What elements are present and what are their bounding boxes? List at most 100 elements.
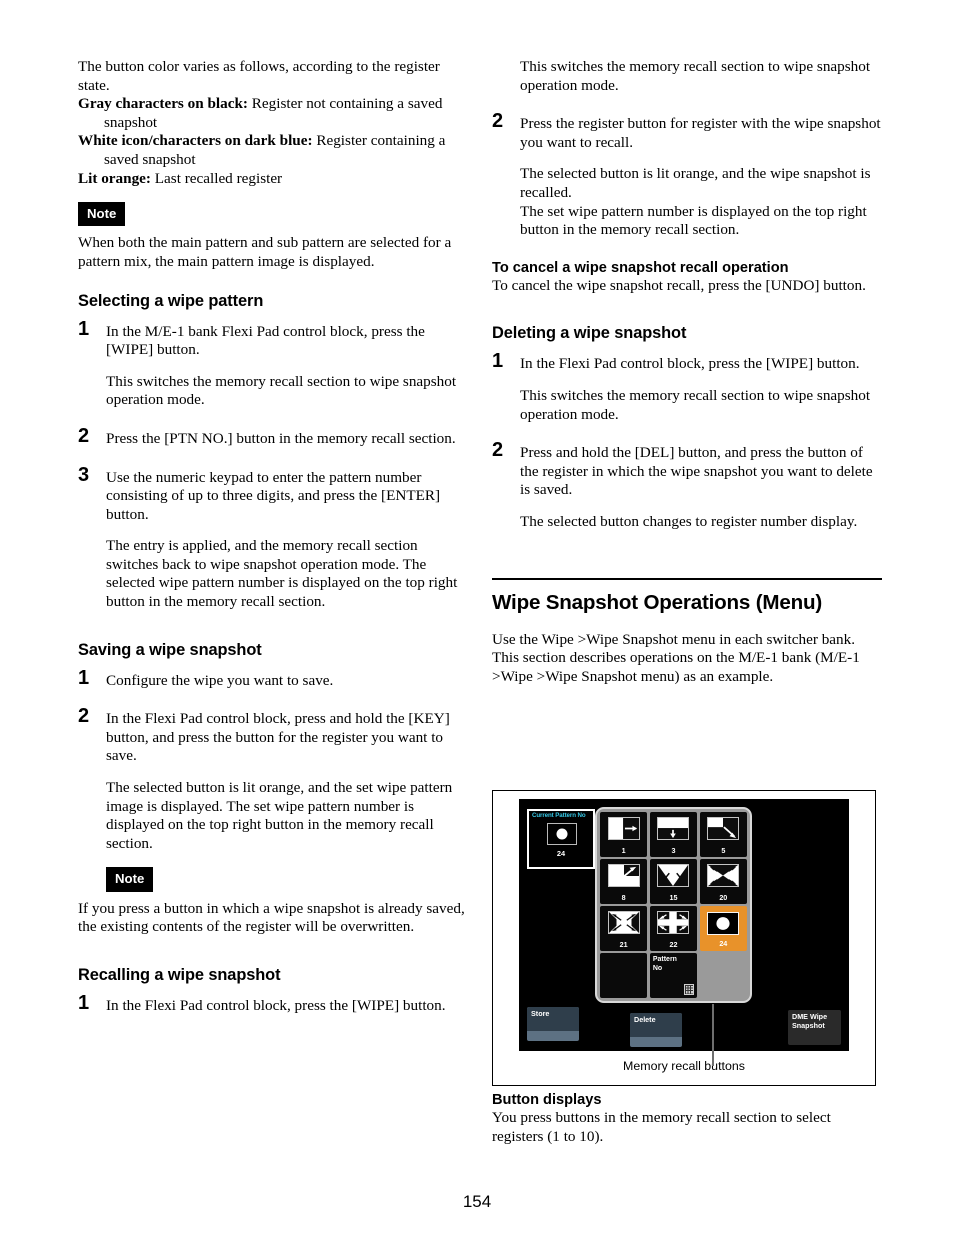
step-number: 2 — [492, 439, 504, 462]
note-text-2: If you press a button in which a wipe sn… — [78, 899, 465, 936]
step-deleting-1: 1 In the Flexi Pad control block, press … — [492, 351, 882, 374]
step-deleting-2-result: The selected button changes to register … — [520, 512, 858, 530]
after-figure-block: Button displays You press buttons in the… — [492, 1092, 882, 1146]
step-number: 2 — [78, 424, 90, 447]
step-recalling-2-result-b: The set wipe pattern number is displayed… — [520, 202, 867, 239]
store-button-label: Store — [531, 1009, 550, 1018]
callout-leader-line — [712, 1004, 714, 1066]
pattern-no-button[interactable]: Pattern No — [649, 953, 698, 998]
step-selecting-1: 1 In the M/E-1 bank Flexi Pad control bl… — [78, 319, 468, 360]
heading-selecting-a-wipe-pattern: Selecting a wipe pattern — [78, 291, 264, 310]
definition-white-on-dark-blue: White icon/characters on dark blue: Regi… — [78, 132, 468, 169]
recall-button-number: 22 — [669, 939, 678, 949]
delete-button[interactable]: Delete — [630, 1013, 682, 1047]
store-button[interactable]: Store — [527, 1007, 579, 1041]
recalling-step1-result: This switches the memory recall section … — [520, 58, 871, 94]
dme-label-line2: Snapshot — [792, 1020, 825, 1030]
step-number: 1 — [78, 317, 90, 340]
recall-button-blank — [699, 953, 747, 998]
delete-button-label: Delete — [634, 1015, 656, 1024]
circle-wipe-icon — [547, 823, 577, 845]
wipe-corner-up-right-icon — [607, 864, 640, 888]
definition-gray-on-black: Gray characters on black: Register not c… — [78, 95, 468, 132]
recall-button-number: 15 — [669, 892, 678, 902]
recall-button-8[interactable]: 8 — [600, 859, 648, 904]
step-selecting-3-result: The entry is applied, and the memory rec… — [106, 537, 458, 611]
step-text: Configure the wipe you want to save. — [106, 671, 334, 689]
pattern-no-label-line2: No — [652, 964, 663, 972]
wipe-cross-expand-icon — [657, 911, 690, 935]
recall-button-number: 1 — [621, 845, 626, 855]
step-number: 1 — [78, 666, 90, 689]
major-section-wipe-snapshot-operations: Wipe Snapshot Operations (Menu) Use the … — [492, 577, 882, 687]
memory-recall-section[interactable]: 1 3 5 8 15 20 21 22 24 Pattern No — [595, 807, 752, 1003]
heading-cancel-recall: To cancel a wipe snapshot recall operati… — [492, 259, 789, 276]
step-recalling-2-result-a: The selected button is lit orange, and t… — [520, 165, 871, 201]
recall-button-24-selected[interactable]: 24 — [699, 906, 747, 951]
recall-button-15[interactable]: 15 — [649, 859, 698, 904]
cancel-recall-text: To cancel the wipe snapshot recall, pres… — [492, 276, 866, 294]
step-text: Press the [PTN NO.] button in the memory… — [106, 429, 456, 447]
recall-button-22[interactable]: 22 — [649, 906, 698, 951]
recall-button-21[interactable]: 21 — [600, 906, 648, 951]
callout-memory-recall-buttons: Memory recall buttons — [623, 1059, 745, 1073]
step-selecting-2: 2 Press the [PTN NO.] button in the memo… — [78, 426, 468, 449]
wipe-box-expand-icon — [607, 911, 640, 935]
wipe-horizontal-right-icon — [607, 817, 640, 840]
step-number: 2 — [492, 110, 504, 133]
note-block-1: Note — [78, 202, 468, 227]
current-pattern-no-value: 24 — [556, 849, 566, 858]
pattern-no-label: Pattern No — [653, 956, 677, 973]
note-block-2: Note — [78, 867, 468, 892]
dme-wipe-snapshot-button-label: DME Wipe Snapshot — [792, 1012, 827, 1030]
wipe-circle-icon — [707, 912, 740, 936]
menu-para-2: This section describes operations on the… — [492, 649, 860, 685]
recall-button-number: 24 — [719, 938, 728, 948]
wipe-corner-diagonal-icon — [707, 817, 740, 840]
recall-button-3[interactable]: 3 — [649, 812, 698, 857]
step-number: 3 — [78, 463, 90, 486]
major-heading: Wipe Snapshot Operations (Menu) — [492, 590, 822, 614]
document-page: The button color varies as follows, acco… — [0, 0, 954, 1244]
step-text: In the Flexi Pad control block, press th… — [106, 996, 446, 1014]
step-selecting-1-result: This switches the memory recall section … — [106, 372, 457, 409]
figure-wipe-snapshot-menu: Current Pattern No 24 1 3 5 8 15 20 21 2… — [492, 790, 876, 1086]
recall-button-number: 20 — [719, 892, 728, 902]
definition-term: White icon/characters on dark blue: — [78, 132, 313, 150]
recall-button-empty[interactable] — [600, 953, 648, 998]
step-number: 1 — [492, 350, 504, 373]
wipe-v-split-icon — [657, 864, 690, 888]
left-column: The button color varies as follows, acco… — [78, 58, 468, 1015]
page-number: 154 — [462, 1192, 492, 1211]
wipe-bowtie-icon — [707, 864, 740, 888]
menu-screen: Current Pattern No 24 1 3 5 8 15 20 21 2… — [519, 799, 849, 1066]
recall-button-20[interactable]: 20 — [699, 859, 747, 904]
definition-term: Lit orange: — [78, 169, 151, 187]
step-text: In the Flexi Pad control block, press an… — [106, 710, 450, 765]
keypad-icon — [684, 984, 695, 995]
wipe-vertical-down-icon — [657, 817, 690, 840]
step-text: In the Flexi Pad control block, press th… — [520, 355, 860, 373]
circle-shape — [556, 828, 568, 840]
recall-button-5[interactable]: 5 — [699, 812, 747, 857]
heading-saving-a-wipe-snapshot: Saving a wipe snapshot — [78, 640, 262, 659]
pattern-no-label-line1: Pattern — [652, 956, 677, 964]
intro-lead: The button color varies as follows, acco… — [78, 58, 440, 94]
recall-button-number: 5 — [721, 845, 726, 855]
recall-button-number: 8 — [621, 892, 626, 902]
note-badge: Note — [106, 867, 154, 892]
heading-deleting-a-wipe-snapshot: Deleting a wipe snapshot — [492, 324, 687, 343]
recall-button-1[interactable]: 1 — [600, 812, 648, 857]
step-text: Press and hold the [DEL] button, and pre… — [520, 444, 873, 499]
memory-recall-grid: 1 3 5 8 15 20 21 22 24 Pattern No — [600, 812, 747, 998]
step-number: 1 — [78, 991, 90, 1014]
heading-recalling-a-wipe-snapshot: Recalling a wipe snapshot — [78, 965, 281, 984]
right-column: This switches the memory recall section … — [492, 58, 882, 686]
step-saving-1: 1 Configure the wipe you want to save. — [78, 668, 468, 691]
step-deleting-1-result: This switches the memory recall section … — [520, 386, 871, 423]
menu-para-1: Use the Wipe >Wipe Snapshot menu in each… — [492, 630, 856, 648]
definition-term: Gray characters on black: — [78, 95, 248, 113]
recall-button-number: 21 — [619, 939, 628, 949]
step-text: In the M/E-1 bank Flexi Pad control bloc… — [106, 322, 425, 359]
dme-wipe-snapshot-button[interactable]: DME Wipe Snapshot — [788, 1010, 841, 1045]
